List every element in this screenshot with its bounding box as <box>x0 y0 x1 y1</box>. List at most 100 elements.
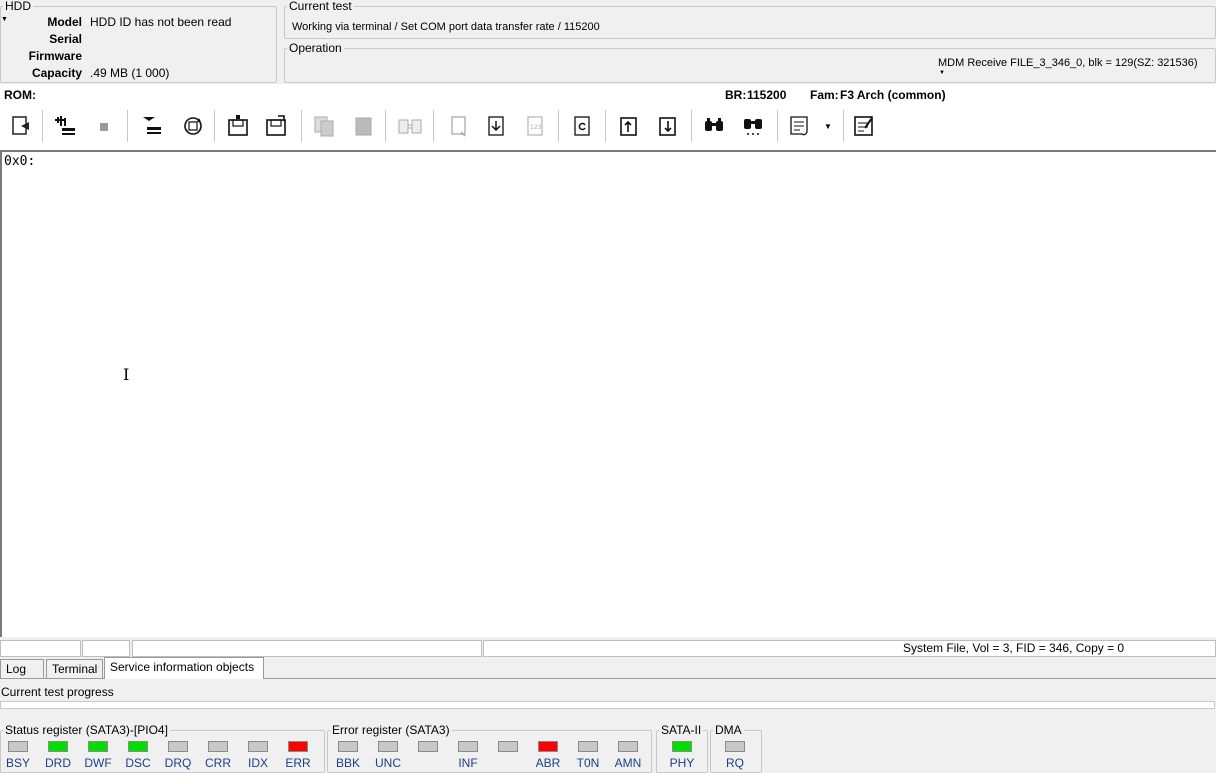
toolbar-separator <box>385 110 386 142</box>
error-register-legend: Error register (SATA3) <box>332 723 450 737</box>
editor-content: 0x0: <box>4 154 36 169</box>
script-dropdown-arrow-icon[interactable]: ▼ <box>824 122 832 131</box>
error-register-led-label: INF <box>458 756 478 770</box>
status-register-led <box>248 741 268 752</box>
info-bar <box>0 84 1216 104</box>
toolbar-separator <box>691 110 692 142</box>
compare-icon[interactable] <box>396 112 424 140</box>
error-register-led <box>578 741 598 752</box>
status-register-led <box>88 741 108 752</box>
status-register-led-label: CRR <box>205 756 231 770</box>
capacity-label: Capacity <box>31 66 82 80</box>
svg-text:123: 123 <box>530 124 542 131</box>
status-register-led <box>288 741 308 752</box>
error-register-led <box>378 741 398 752</box>
hdd-legend: HDD <box>5 0 31 13</box>
status-register-led-label: ERR <box>285 756 311 770</box>
model-label: Model <box>47 15 82 29</box>
error-register-led <box>618 741 638 752</box>
tab-service-information-objects[interactable]: Service information objects <box>104 657 264 679</box>
find-next-icon[interactable] <box>739 112 767 140</box>
error-register-led-label: AMN <box>614 756 642 770</box>
serial-label: Serial <box>49 32 82 46</box>
operation-text: MDM Receive FILE_3_346_0, blk = 129(SZ: … <box>938 57 1198 69</box>
import-icon[interactable] <box>482 112 510 140</box>
led-phy <box>672 741 692 752</box>
firmware-label: Firmware <box>28 49 82 63</box>
br-value: 115200 <box>747 88 787 102</box>
status-register-led <box>168 741 188 752</box>
toolbar-separator <box>605 110 606 142</box>
model-value: HDD ID has not been read <box>90 15 232 29</box>
status-register-led <box>8 741 28 752</box>
editor-area[interactable]: 0x0: I <box>0 150 1216 637</box>
status-cell-2 <box>82 640 130 657</box>
save-as-icon[interactable] <box>262 112 290 140</box>
error-register-led-label: UNC <box>375 756 401 770</box>
led-label-phy: PHY <box>669 756 695 770</box>
progress-bar <box>0 701 1215 709</box>
error-register-led <box>338 741 358 752</box>
disconnect-icon[interactable] <box>137 112 165 140</box>
error-register-led <box>498 741 518 752</box>
error-register-led <box>458 741 478 752</box>
progress-label: Current test progress <box>1 685 114 699</box>
open-file-icon[interactable] <box>7 112 35 140</box>
status-cell-1 <box>0 640 81 657</box>
status-register-led-label: DWF <box>84 756 112 770</box>
error-register-led-label: BBK <box>335 756 360 770</box>
error-register-led <box>418 741 438 752</box>
copy-icon[interactable] <box>310 112 338 140</box>
scan-bus-icon[interactable] <box>51 112 79 140</box>
refresh-doc-icon[interactable] <box>568 112 596 140</box>
toolbar-separator <box>301 110 302 142</box>
status-register-led-label: BSY <box>5 756 30 770</box>
capacity-value: .49 MB (1 000) <box>90 66 170 80</box>
status-cell-3 <box>132 640 482 657</box>
sata-legend: SATA-II <box>661 723 702 737</box>
error-register-led <box>538 741 558 752</box>
stop-icon[interactable] <box>90 112 118 140</box>
toolbar-separator <box>214 110 215 142</box>
current-test-legend: Current test <box>289 0 352 13</box>
dma-legend: DMA <box>715 723 742 737</box>
error-register-led-label: ABR <box>535 756 561 770</box>
reset-icon[interactable] <box>179 112 207 140</box>
led-label-rq: RQ <box>726 756 744 770</box>
upload-icon[interactable] <box>615 112 643 140</box>
status-register-led-label: DSC <box>125 756 151 770</box>
toolbar-separator <box>777 110 778 142</box>
fam-label: Fam: <box>810 88 839 102</box>
led-rq <box>725 741 745 752</box>
error-register-led-label: T0N <box>576 756 600 770</box>
tab-log[interactable]: Log <box>0 659 44 678</box>
status-bar-text: System File, Vol = 3, FID = 346, Copy = … <box>903 641 1125 655</box>
notes-icon[interactable] <box>850 112 878 140</box>
status-register-led-label: DRQ <box>164 756 192 770</box>
numbers-icon[interactable]: 123 <box>521 112 549 140</box>
operation-legend: Operation <box>289 41 342 55</box>
current-test-text: Working via terminal / Set COM port data… <box>292 21 600 33</box>
status-register-legend: Status register (SATA3)-[PIO4] <box>5 723 168 737</box>
status-register-led <box>48 741 68 752</box>
br-label: BR: <box>725 88 747 102</box>
save-icon[interactable] <box>224 112 252 140</box>
tab-terminal[interactable]: Terminal <box>46 659 103 678</box>
toolbar-separator <box>558 110 559 142</box>
status-register-led <box>208 741 228 752</box>
status-register-led-label: DRD <box>45 756 71 770</box>
paste-icon[interactable] <box>349 112 377 140</box>
current-test-panel: Current test <box>284 0 1216 39</box>
new-doc-icon[interactable] <box>445 112 473 140</box>
find-icon[interactable] <box>700 112 728 140</box>
toolbar-separator <box>843 110 844 142</box>
fam-value: F3 Arch (common) <box>840 88 946 102</box>
status-register-led-label: IDX <box>247 756 268 770</box>
text-cursor-icon: I <box>123 365 130 384</box>
toolbar-separator <box>42 110 43 142</box>
toolbar-separator <box>127 110 128 142</box>
rom-label: ROM: <box>4 88 36 102</box>
script-icon[interactable] <box>786 112 814 140</box>
operation-dropdown-arrow-icon[interactable]: ▼ <box>939 70 945 76</box>
download-icon[interactable] <box>654 112 682 140</box>
